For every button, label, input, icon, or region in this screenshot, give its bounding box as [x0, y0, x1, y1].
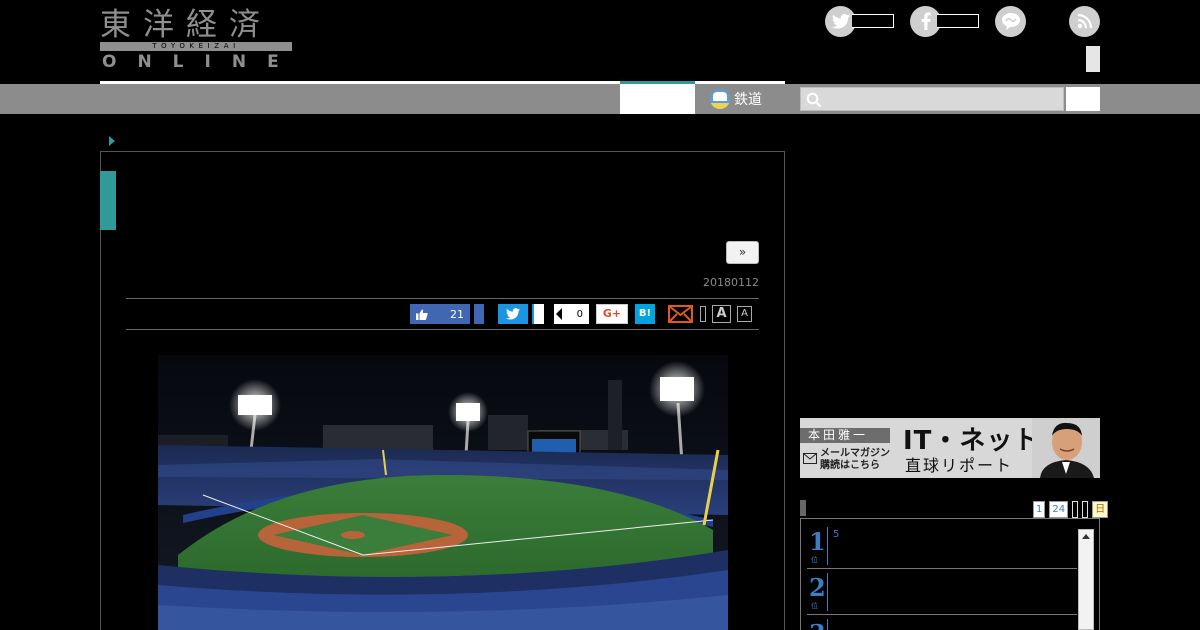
nav-tab-tetsudo[interactable]: 鉄道	[710, 84, 762, 114]
logo-online: ONLINE	[102, 52, 300, 72]
next-page-button[interactable]: »	[726, 241, 759, 264]
facebook-follow[interactable]	[910, 5, 979, 37]
share-divider-bottom	[126, 329, 759, 330]
ranking-scrollbar[interactable]	[1078, 529, 1094, 630]
ranking-item[interactable]: 1 位 5	[807, 523, 1077, 569]
train-icon	[710, 89, 730, 109]
rank-divider	[827, 527, 828, 565]
thumbs-up-icon	[416, 309, 428, 320]
ranking-item[interactable]: 2 位	[807, 569, 1077, 615]
breadcrumb-arrow-icon	[109, 136, 115, 146]
article-photo-stadium	[158, 355, 728, 630]
facebook-count-box	[937, 14, 979, 28]
line-follow[interactable]	[995, 5, 1026, 37]
print-button[interactable]	[700, 306, 706, 322]
search-button[interactable]	[1066, 87, 1100, 111]
twitter-bird-icon	[506, 308, 520, 320]
rank-number: 1	[809, 527, 826, 556]
banner-mail-line1: メールマガジン	[820, 448, 890, 459]
ranking-tab-week[interactable]	[1072, 501, 1079, 518]
ranking-list: 1 位 5 2 位 3 位	[800, 518, 1100, 630]
article-date: 20180112	[703, 276, 759, 289]
ranking-tab-day[interactable]: 日	[1092, 501, 1109, 518]
hatena-bookmark-button[interactable]: B!	[635, 304, 655, 324]
share-divider-top	[126, 298, 759, 299]
rank-suffix: 位	[811, 556, 818, 564]
font-size-small-button[interactable]: A	[737, 306, 752, 322]
ranking-tab-1h[interactable]: 1	[1033, 501, 1046, 518]
logo-kanji: 東洋経済	[100, 7, 272, 43]
banner-mail-line2: 購読はこちら	[820, 460, 880, 471]
twitter-follow[interactable]	[825, 5, 894, 37]
pocket-count[interactable]: 0	[554, 304, 589, 324]
scroll-up-icon[interactable]	[1082, 534, 1090, 539]
font-size-large-button[interactable]: A	[712, 305, 731, 323]
rank-divider	[827, 619, 828, 630]
rss-link[interactable]	[1069, 5, 1100, 37]
ranking-tab-month[interactable]	[1082, 501, 1089, 518]
login-button[interactable]	[1086, 46, 1100, 72]
tweet-count-box	[532, 304, 544, 324]
rank-title: 5	[833, 529, 840, 540]
tweet-button[interactable]	[498, 304, 528, 324]
site-logo[interactable]: 東洋経済 TOYOKEIZAI ONLINE	[100, 7, 294, 71]
banner-mail-text: メールマガジン 購読はこちら	[820, 448, 890, 472]
ranking-item[interactable]: 3 位	[807, 615, 1077, 630]
mail-icon[interactable]	[668, 305, 693, 323]
rank-suffix: 位	[811, 602, 818, 610]
twitter-count-box	[852, 14, 894, 28]
like-count: 21	[450, 307, 464, 321]
line-chat-icon[interactable]	[995, 5, 1026, 37]
search-input[interactable]	[800, 87, 1064, 111]
mail-magazine-banner[interactable]: 本田雅一 メールマガジン 購読はこちら IT・ネット 直球リポート	[800, 418, 1100, 478]
logo-romaji-bar: TOYOKEIZAI	[100, 42, 292, 51]
rss-feed-icon[interactable]	[1069, 5, 1100, 37]
ranking-tabs: 1 24 日	[1033, 501, 1109, 518]
rank-divider	[827, 573, 828, 611]
envelope-icon	[803, 453, 817, 464]
ranking-tab-24h[interactable]: 24	[1049, 501, 1069, 518]
banner-subtitle: 直球リポート	[905, 456, 1014, 475]
nav-tab-active[interactable]	[620, 81, 695, 114]
search-icon	[806, 92, 822, 108]
rank-number: 3	[809, 621, 826, 630]
facebook-share-button[interactable]	[474, 304, 484, 324]
banner-author: 本田雅一	[800, 428, 890, 443]
ranking-heading-marker	[800, 500, 806, 516]
facebook-like-button[interactable]: 21	[410, 304, 470, 324]
author-photo	[1032, 418, 1100, 478]
nav-tab-tetsudo-label: 鉄道	[734, 92, 762, 108]
google-plus-button[interactable]: G+	[596, 304, 628, 324]
rank-number: 2	[809, 573, 826, 602]
article-title-accent	[100, 171, 116, 230]
logo-romaji: TOYOKEIZAI	[152, 42, 240, 50]
